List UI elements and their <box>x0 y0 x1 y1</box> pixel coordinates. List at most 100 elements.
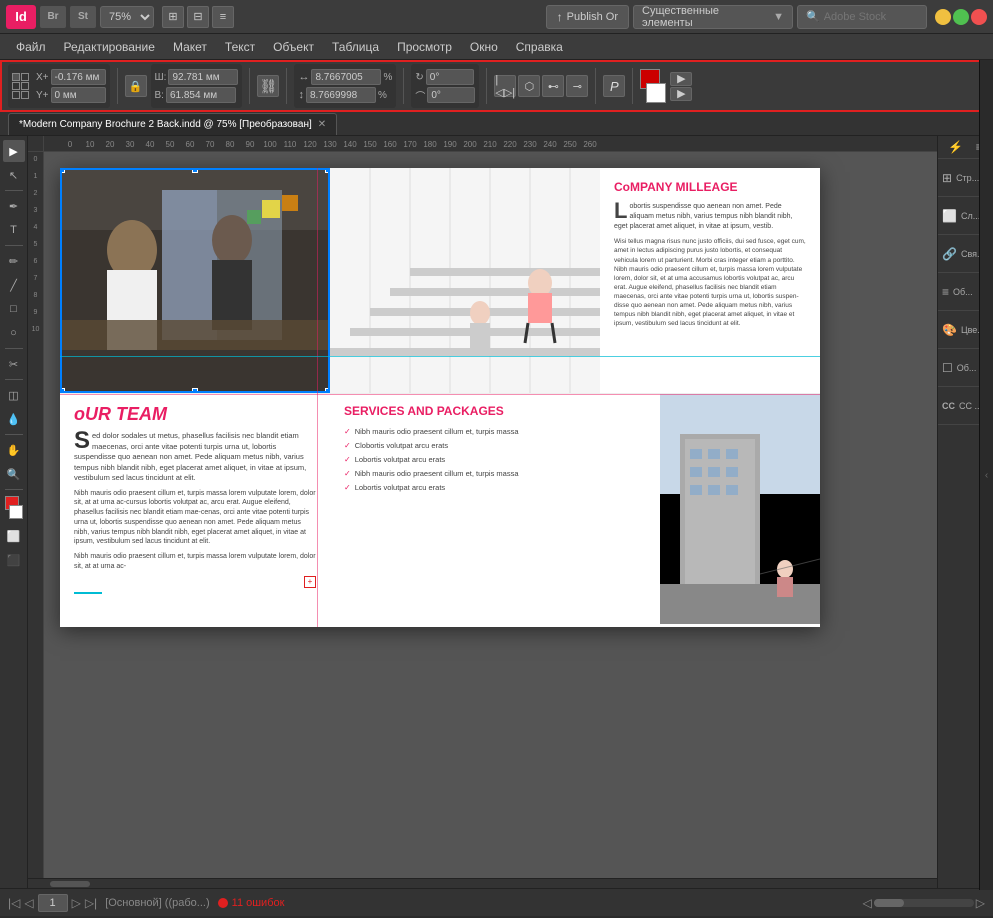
lightning-icon[interactable]: ⚡ <box>948 140 963 154</box>
tab-close-btn[interactable]: ✕ <box>318 119 326 130</box>
p-icon[interactable]: P <box>603 75 625 97</box>
color-swatches <box>640 69 666 103</box>
menu-view[interactable]: Просмотр <box>389 38 460 56</box>
preview-mode-btn[interactable]: ⬜ <box>3 525 25 547</box>
scroll-right-btn[interactable]: ▷ <box>976 896 985 910</box>
menu-help[interactable]: Справка <box>508 38 571 56</box>
menu-layout[interactable]: Макет <box>165 38 215 56</box>
company-text-section: CoMPANY MILLEAGE L obortis suspendisse q… <box>600 168 820 393</box>
frame-mode-btn[interactable]: ⬛ <box>3 549 25 571</box>
color-arrow2[interactable]: ▶ <box>670 87 692 101</box>
eyedropper-tool[interactable]: 💧 <box>3 408 25 430</box>
zoom-tool[interactable]: 🔍 <box>3 463 25 485</box>
color-icon: 🎨 <box>942 323 957 337</box>
distribute-btn[interactable]: ⊸ <box>566 75 588 97</box>
check-icon-1: ✓ <box>344 426 351 438</box>
sel-handle-tl[interactable] <box>60 168 65 173</box>
line-tool[interactable]: ╱ <box>3 274 25 296</box>
page-number-input[interactable] <box>38 894 68 912</box>
menu-file[interactable]: Файл <box>8 38 54 56</box>
view-mode-btn2[interactable]: ⊟ <box>187 6 209 28</box>
service-item-1: ✓ Nibh mauris odio praesent cillum et, t… <box>344 426 646 438</box>
team-body1: S ed dolor sodales ut metus, phasellus f… <box>74 431 316 484</box>
close-button[interactable] <box>971 9 987 25</box>
panel-collapse[interactable]: ‹ <box>979 60 993 890</box>
angle1-input[interactable] <box>426 69 474 85</box>
menu-table[interactable]: Таблица <box>324 38 387 56</box>
team-photo-svg <box>62 170 330 393</box>
main-area: ▶ ↖ ✒ T ✏ ╱ □ ○ ✂ ◫ 💧 ✋ 🔍 ⬜ ⬛ 0 <box>0 136 993 888</box>
h-scroll-handle[interactable] <box>874 899 904 907</box>
stroke-indicator[interactable] <box>9 505 23 519</box>
pencil-tool[interactable]: ✏ <box>3 250 25 272</box>
h-scroll-thumb[interactable] <box>50 881 90 887</box>
direct-select-tool[interactable]: ↖ <box>3 164 25 186</box>
pen-tool[interactable]: ✒ <box>3 195 25 217</box>
w-input[interactable] <box>168 69 238 85</box>
pages-icon: ⊞ <box>942 171 952 185</box>
scroll-left-btn[interactable]: ◁ <box>863 896 872 910</box>
angle2-input[interactable] <box>427 87 475 103</box>
gradient-tool[interactable]: ◫ <box>3 384 25 406</box>
x-input[interactable] <box>51 69 106 85</box>
h-input[interactable] <box>166 87 236 103</box>
zoom-select[interactable]: 75% 100% 50% <box>100 6 154 28</box>
select-tool[interactable]: ▶ <box>3 140 25 162</box>
menu-window[interactable]: Окно <box>462 38 506 56</box>
flip-h-btn[interactable]: |◁▷| <box>494 75 516 97</box>
elements-dropdown[interactable]: Существенные элементы ▼ <box>633 5 793 29</box>
scale-v-input[interactable] <box>306 87 376 103</box>
properties-toolbar: X+ Y+ 🔒 Ш: В: ⛓ ↔ <box>0 60 993 112</box>
service-text-3: Lobortis volutpat arcu erats <box>355 454 445 465</box>
canvas-with-ruler: 0 1 2 3 4 5 6 7 8 9 10 <box>28 152 937 878</box>
align-btn[interactable]: ⊷ <box>542 75 564 97</box>
services-list: ✓ Nibh mauris odio praesent cillum et, t… <box>344 426 646 494</box>
tool-sep2 <box>5 245 23 246</box>
company-body2: Wisi tellus magna risus nunc justo offic… <box>614 237 806 328</box>
last-page-btn[interactable]: ▷| <box>85 896 97 910</box>
stroke-swatch[interactable] <box>646 83 666 103</box>
bridge-logo[interactable]: Br <box>40 6 66 28</box>
publish-button[interactable]: Publish Or <box>546 5 629 29</box>
scissors-tool[interactable]: ✂ <box>3 353 25 375</box>
h-scroll-track[interactable] <box>874 899 974 907</box>
view-mode-btn3[interactable]: ≡ <box>212 6 234 28</box>
size-group: Ш: В: <box>151 64 243 108</box>
bottom-row: oUR TEAM S ed dolor sodales ut metus, ph… <box>60 393 820 627</box>
minimize-button[interactable] <box>935 9 951 25</box>
rect-tool[interactable]: □ <box>3 298 25 320</box>
vertical-ruler: 0 1 2 3 4 5 6 7 8 9 10 <box>28 152 44 878</box>
canvas-scroll[interactable]: CoMPANY MILLEAGE L obortis suspendisse q… <box>44 152 937 878</box>
overflow-indicator[interactable]: + <box>304 576 316 588</box>
first-page-btn[interactable]: |◁ <box>8 896 20 910</box>
color-arrow1[interactable]: ▶ <box>670 72 692 86</box>
sel-handle-tm[interactable] <box>192 168 198 173</box>
h-scrollbar[interactable] <box>28 878 937 888</box>
next-page-btn[interactable]: ▷ <box>72 896 81 910</box>
type-tool[interactable]: T <box>3 219 25 241</box>
menu-object[interactable]: Объект <box>265 38 322 56</box>
constrain-btn[interactable]: 🔒 <box>125 75 147 97</box>
stock-logo[interactable]: St <box>70 6 96 28</box>
check-icon-2: ✓ <box>344 440 351 452</box>
window-controls <box>935 9 987 25</box>
search-icon: 🔍 <box>806 10 820 23</box>
menu-edit[interactable]: Редактирование <box>56 38 163 56</box>
hand-tool[interactable]: ✋ <box>3 439 25 461</box>
ellipse-tool[interactable]: ○ <box>3 322 25 344</box>
page-canvas: CoMPANY MILLEAGE L obortis suspendisse q… <box>60 168 820 627</box>
search-box[interactable]: 🔍 <box>797 5 927 29</box>
tool-sep5 <box>5 434 23 435</box>
prev-page-btn[interactable]: ◁ <box>24 896 33 910</box>
view-mode-btn1[interactable]: ⊞ <box>162 6 184 28</box>
document-tab[interactable]: *Modern Company Brochure 2 Back.indd @ 7… <box>8 113 337 135</box>
chain-link-btn[interactable]: ⛓ <box>257 75 279 97</box>
menu-text[interactable]: Текст <box>217 38 263 56</box>
y-input[interactable] <box>51 87 106 103</box>
maximize-button[interactable] <box>953 9 969 25</box>
search-input[interactable] <box>824 11 918 23</box>
building-svg <box>660 394 820 624</box>
team-body3: Nibh mauris odio praesent cillum et, tur… <box>74 552 316 572</box>
scale-h-input[interactable] <box>311 69 381 85</box>
flip-v-btn[interactable]: ⬡ <box>518 75 540 97</box>
